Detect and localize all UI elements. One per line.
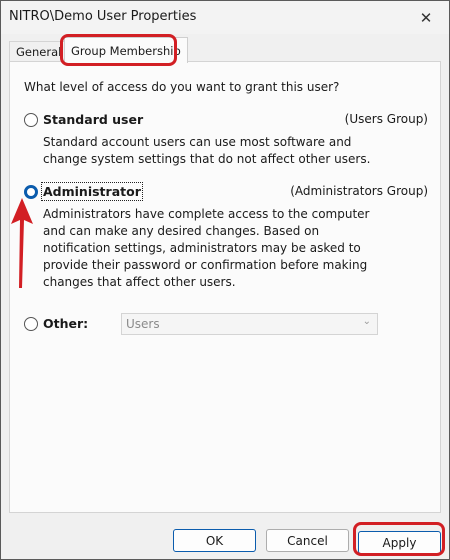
chevron-down-icon: ⌄ xyxy=(362,316,371,327)
administrator-label[interactable]: Administrator xyxy=(41,182,143,201)
standard-user-label[interactable]: Standard user xyxy=(43,112,143,127)
dialog-footer: OK Cancel Apply xyxy=(1,517,449,559)
other-radio[interactable] xyxy=(24,317,38,331)
description-line: change system settings that do not affec… xyxy=(43,152,371,166)
standard-user-group: (Users Group) xyxy=(344,112,428,126)
description-line: Administrators have complete access to t… xyxy=(43,207,370,221)
description-line: and can make any desired changes. Based … xyxy=(43,224,320,238)
other-select-value: Users xyxy=(126,317,160,331)
other-label[interactable]: Other: xyxy=(43,316,88,331)
cancel-button[interactable]: Cancel xyxy=(266,529,349,552)
properties-dialog: NITRO\Demo User Properties ✕ General Gro… xyxy=(0,0,450,560)
description-line: Standard account users can use most soft… xyxy=(43,135,352,149)
window-title: NITRO\Demo User Properties xyxy=(9,9,197,24)
standard-user-description: Standard account users can use most soft… xyxy=(43,134,371,168)
title-bar: NITRO\Demo User Properties ✕ xyxy=(1,1,449,34)
apply-button[interactable]: Apply xyxy=(358,531,441,554)
administrator-radio[interactable] xyxy=(24,185,38,199)
option-other[interactable]: Other: Users ⌄ xyxy=(24,313,432,335)
tab-group-membership[interactable]: Group Membership xyxy=(64,37,188,63)
close-icon[interactable]: ✕ xyxy=(403,1,449,34)
group-membership-panel: What level of access do you want to gran… xyxy=(9,61,441,513)
red-arrow-icon xyxy=(11,198,33,288)
description-line: notification settings, administrators ma… xyxy=(43,241,361,255)
other-group-select: Users ⌄ xyxy=(121,313,378,335)
option-administrator[interactable]: Administrator (Administrators Group) xyxy=(24,182,432,202)
option-standard-user[interactable]: Standard user (Users Group) xyxy=(24,110,432,130)
ok-button[interactable]: OK xyxy=(173,529,256,552)
description-line: changes that affect other users. xyxy=(43,275,236,289)
description-line: provide their password or confirmation b… xyxy=(43,258,368,272)
tab-general[interactable]: General xyxy=(9,41,69,62)
tab-strip: General Group Membership xyxy=(9,37,441,63)
administrator-description: Administrators have complete access to t… xyxy=(43,206,370,291)
access-question: What level of access do you want to gran… xyxy=(24,80,340,94)
administrator-group: (Administrators Group) xyxy=(290,184,428,198)
standard-user-radio[interactable] xyxy=(24,113,38,127)
